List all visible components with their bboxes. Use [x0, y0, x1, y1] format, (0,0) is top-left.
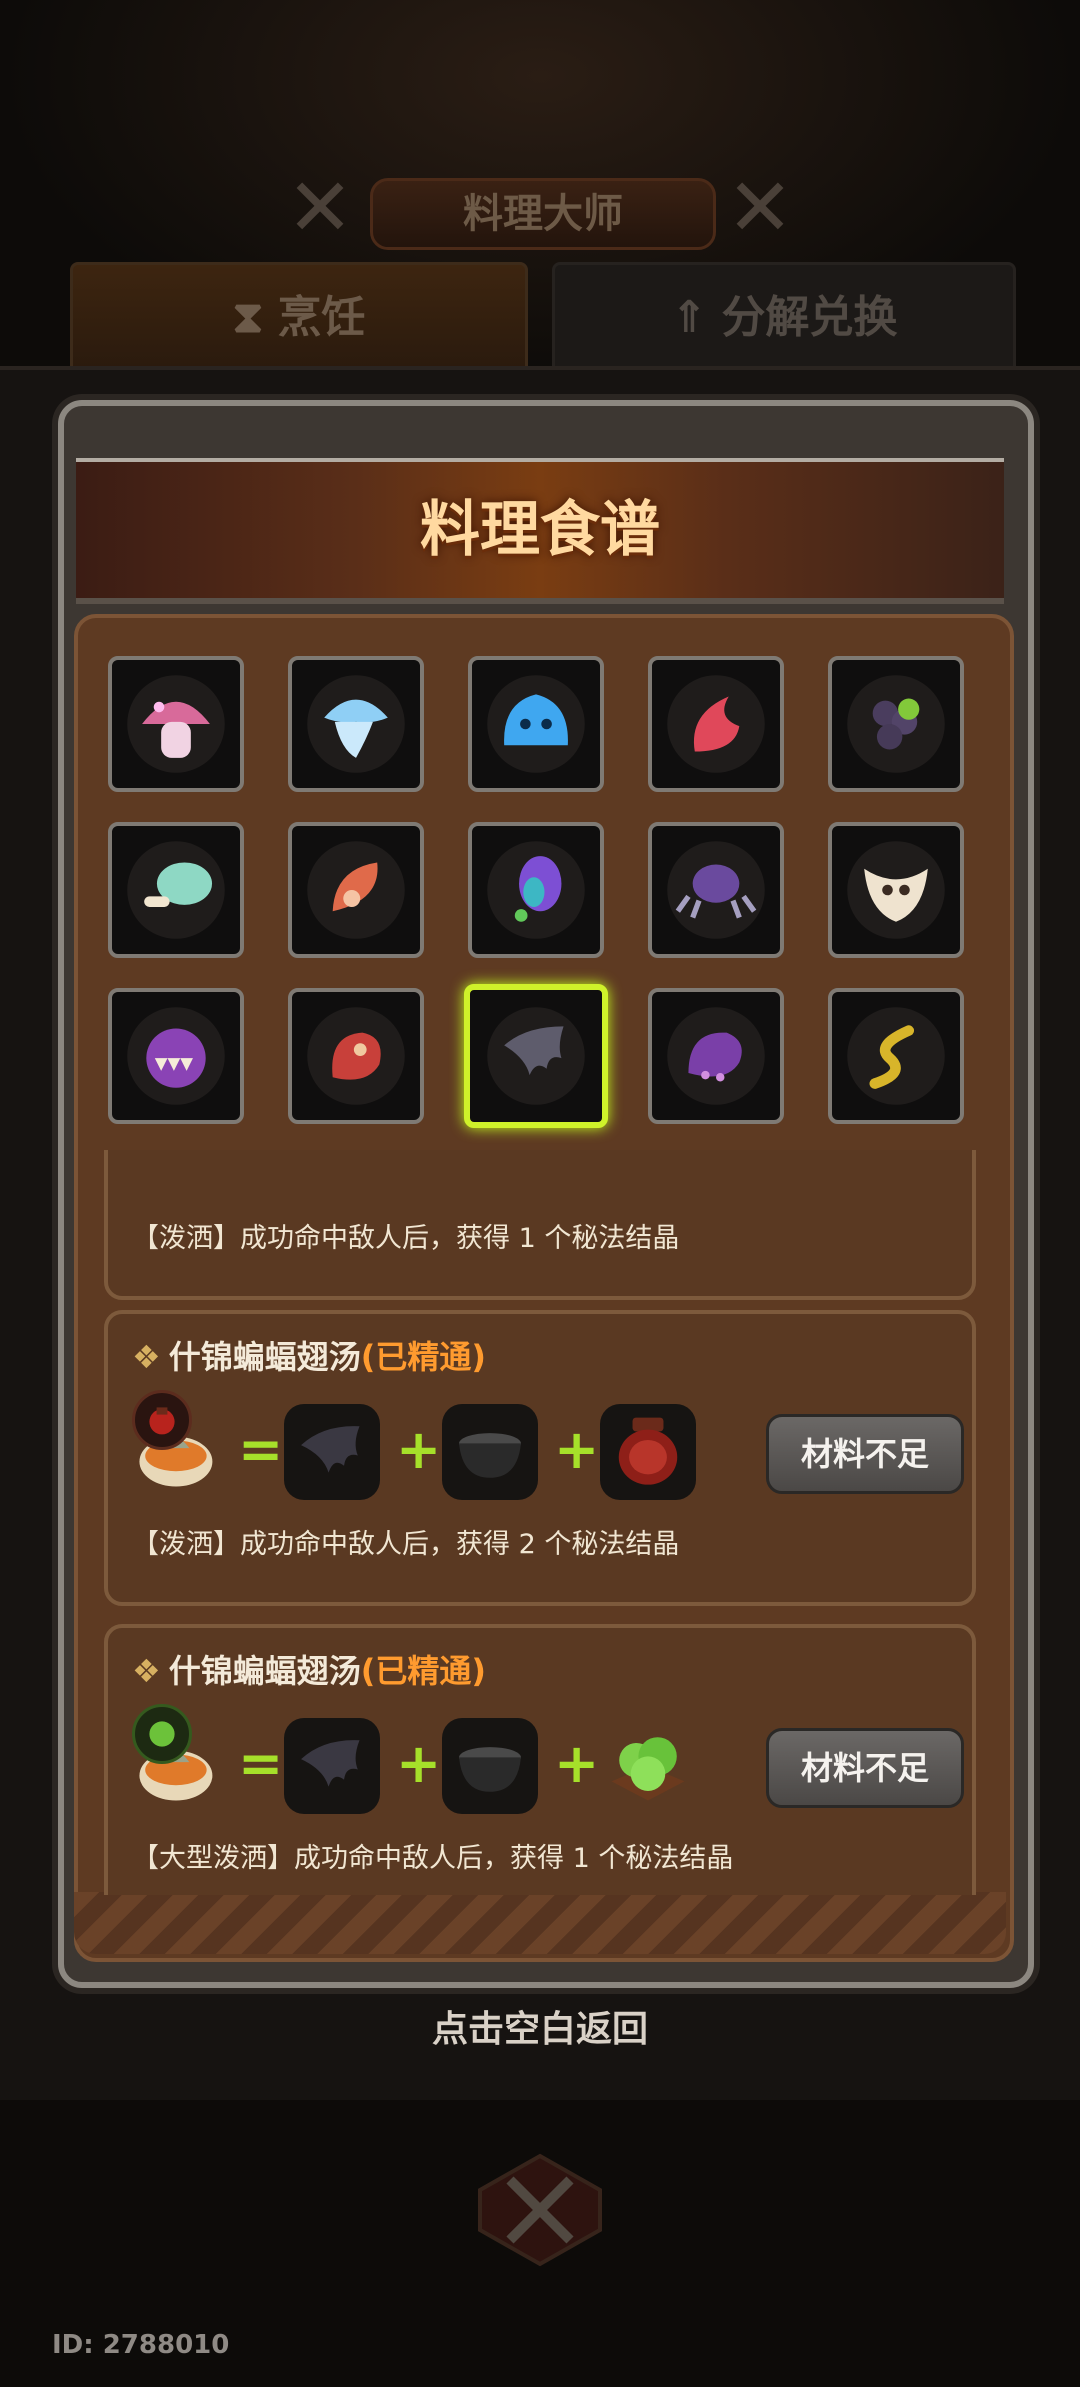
wine-jar-ingredient[interactable] — [600, 1404, 696, 1500]
ingredient-meat-bone[interactable] — [108, 822, 244, 958]
golden-worm-icon — [847, 1007, 945, 1105]
ingredient-mushroom[interactable] — [108, 656, 244, 792]
wine-jar-badge-icon — [132, 1390, 192, 1450]
green-herb-badge-icon — [132, 1704, 192, 1764]
mastered-status: (已精通) — [360, 1338, 486, 1376]
ingredient-fang-monster[interactable] — [108, 988, 244, 1124]
slime-icon — [487, 675, 585, 773]
insufficient-materials-button[interactable]: 材料不足 — [766, 1414, 964, 1494]
recipe-list[interactable]: 【泼洒】成功命中敌人后，获得 1 个秘法结晶 ❖ 什锦蝙蝠翅汤(已精通) = + … — [104, 1150, 976, 1895]
red-flame-icon — [667, 675, 765, 773]
plus-sign: + — [396, 1418, 442, 1481]
recipe-desc: 【大型泼洒】成功命中敌人后，获得 1 个秘法结晶 — [132, 1843, 734, 1874]
ingredient-slime[interactable] — [468, 656, 604, 792]
fang-monster-icon — [127, 1007, 225, 1105]
popup-title: 料理食谱 — [76, 458, 1004, 604]
egg-icon — [487, 841, 585, 939]
crossed-swords-emblem-icon — [478, 2153, 602, 2267]
fork-spoon-icon: ✕ — [286, 161, 354, 254]
up-arrow-icon: ⇑ — [670, 292, 708, 343]
green-herb-ingredient[interactable] — [600, 1718, 696, 1814]
plus-sign: + — [396, 1732, 442, 1795]
recipe-name: 什锦蝙蝠翅汤 — [168, 1652, 361, 1690]
mushroom-icon — [127, 675, 225, 773]
tentacle-icon — [667, 1007, 765, 1105]
ingredient-tentacle[interactable] — [648, 988, 784, 1124]
bat-wing-icon — [487, 1007, 585, 1105]
skull-mask-icon — [847, 841, 945, 939]
recipe-card: ❖ 什锦蝙蝠翅汤(已精通) = + + 材料不足 【泼洒】成功命中敌人后，获得 2… — [104, 1310, 976, 1606]
ingredient-golden-worm[interactable] — [828, 988, 964, 1124]
board-pattern — [74, 1892, 1006, 1954]
diamond-icon: ❖ — [132, 1652, 161, 1690]
recipe-desc: 【泼洒】成功命中敌人后，获得 1 个秘法结晶 — [132, 1223, 680, 1254]
black-bowl-icon — [459, 1433, 521, 1478]
recipe-card: ❖ 什锦蝙蝠翅汤(已精通) = + + 材料不足 【大型泼洒】成功命中敌人后，获得… — [104, 1624, 976, 1895]
bat-wing-icon — [301, 1740, 360, 1787]
tab-decompose-exchange[interactable]: ⇑ 分解兑换 — [552, 262, 1016, 374]
jellyfish-icon — [307, 675, 405, 773]
recipe-formula: = + + 材料不足 — [126, 1390, 966, 1506]
tab-label: 烹饪 — [277, 292, 366, 343]
recipe-title: ❖ 什锦蝙蝠翅汤(已精通) — [132, 1332, 486, 1378]
soup-bowl-result[interactable] — [126, 1390, 222, 1500]
grape-cluster-icon — [847, 675, 945, 773]
diamond-icon: ❖ — [132, 1338, 161, 1376]
spider-icon — [667, 841, 765, 939]
tab-cooking[interactable]: ⧗ 烹饪 — [70, 262, 528, 374]
wine-jar-icon — [618, 1417, 678, 1485]
red-chameleon-icon — [307, 1007, 405, 1105]
black-bowl-icon — [459, 1747, 521, 1792]
equals-sign: = — [238, 1418, 284, 1481]
ingredient-spider[interactable] — [648, 822, 784, 958]
hourglass-icon: ⧗ — [232, 292, 264, 343]
recipe-desc: 【泼洒】成功命中敌人后，获得 2 个秘法结晶 — [132, 1529, 680, 1560]
page-title: 料理大师 — [370, 178, 716, 250]
soup-bowl-result[interactable] — [126, 1704, 222, 1814]
player-id: ID: 2788010 — [52, 2330, 230, 2360]
black-bowl-ingredient[interactable] — [442, 1404, 538, 1500]
ingredient-skull-mask[interactable] — [828, 822, 964, 958]
recipe-card-partial: 【泼洒】成功命中敌人后，获得 1 个秘法结晶 — [104, 1150, 976, 1300]
tab-label: 分解兑换 — [721, 292, 898, 343]
tap-blank-to-return[interactable]: 点击空白返回 — [0, 2000, 1080, 2052]
ingredient-egg[interactable] — [468, 822, 604, 958]
bat-wing-ingredient[interactable] — [284, 1404, 380, 1500]
ingredient-bat-wing-selected[interactable] — [464, 984, 608, 1128]
ingredient-fish-fillet[interactable] — [288, 822, 424, 958]
mastered-status: (已精通) — [360, 1652, 486, 1690]
plus-sign: + — [554, 1732, 600, 1795]
fish-fillet-icon — [307, 841, 405, 939]
recipe-name: 什锦蝙蝠翅汤 — [168, 1338, 361, 1376]
ingredient-jellyfish[interactable] — [288, 656, 424, 792]
bat-wing-icon — [301, 1426, 360, 1473]
insufficient-materials-button[interactable]: 材料不足 — [766, 1728, 964, 1808]
ingredient-red-flame[interactable] — [648, 656, 784, 792]
ingredient-grape-cluster[interactable] — [828, 656, 964, 792]
equals-sign: = — [238, 1732, 284, 1795]
fork-spoon-icon: ✕ — [726, 161, 794, 254]
plus-sign: + — [554, 1418, 600, 1481]
ingredient-red-chameleon[interactable] — [288, 988, 424, 1124]
green-herb-icon — [611, 1737, 685, 1801]
recipe-formula: = + + 材料不足 — [126, 1704, 966, 1820]
meat-bone-icon — [127, 841, 225, 939]
recipe-title: ❖ 什锦蝙蝠翅汤(已精通) — [132, 1646, 486, 1692]
black-bowl-ingredient[interactable] — [442, 1718, 538, 1814]
bat-wing-ingredient[interactable] — [284, 1718, 380, 1814]
